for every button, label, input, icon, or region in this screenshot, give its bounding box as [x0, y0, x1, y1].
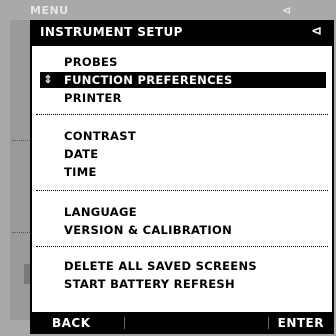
menu-item-label: START BATTERY REFRESH: [64, 277, 235, 291]
background-menu-area: [10, 20, 30, 320]
background-menu-title: MENU: [30, 4, 69, 17]
footer-divider: [124, 317, 125, 329]
up-down-arrow-icon: ⇕: [43, 73, 53, 86]
menu-item-time[interactable]: TIME: [40, 164, 326, 180]
menu-divider: [36, 190, 328, 191]
menu-item-printer[interactable]: PRINTER: [40, 90, 326, 106]
function-key-bar: BACK ENTER: [30, 312, 334, 334]
menu-item-date[interactable]: DATE: [40, 146, 326, 162]
menu-item-delete-all-saved-screens[interactable]: DELETE ALL SAVED SCREENS: [40, 258, 326, 274]
battery-plug-icon: ⊲: [282, 4, 292, 17]
back-button[interactable]: BACK: [52, 316, 91, 330]
enter-button[interactable]: ENTER: [278, 316, 324, 330]
menu-item-label: PRINTER: [64, 91, 122, 105]
menu-item-label: LANGUAGE: [64, 205, 137, 219]
menu-item-label: TIME: [64, 165, 97, 179]
menu-item-label: VERSION & CALIBRATION: [64, 223, 233, 237]
menu-item-function-preferences[interactable]: ⇕ FUNCTION PREFERENCES: [40, 72, 326, 88]
menu-item-contrast[interactable]: CONTRAST: [40, 128, 326, 144]
menu-item-version-calibration[interactable]: VERSION & CALIBRATION: [40, 222, 326, 238]
menu-item-label: CONTRAST: [64, 129, 136, 143]
menu-item-label: FUNCTION PREFERENCES: [64, 73, 233, 87]
menu-item-label: PROBES: [64, 55, 118, 69]
dialog-title: INSTRUMENT SETUP: [40, 25, 183, 39]
menu-item-label: DELETE ALL SAVED SCREENS: [64, 259, 257, 273]
footer-divider: [268, 317, 269, 329]
battery-plug-icon: ⊲: [311, 24, 322, 39]
menu-item-language[interactable]: LANGUAGE: [40, 204, 326, 220]
background-divider: [12, 140, 30, 141]
background-divider: [12, 232, 30, 233]
menu-divider: [36, 114, 328, 115]
menu-item-label: DATE: [64, 147, 99, 161]
menu-list: PROBES ⇕ FUNCTION PREFERENCES PRINTER CO…: [32, 46, 332, 312]
menu-item-start-battery-refresh[interactable]: START BATTERY REFRESH: [40, 276, 326, 292]
dialog-header: INSTRUMENT SETUP ⊲: [30, 20, 334, 46]
menu-item-probes[interactable]: PROBES: [40, 54, 326, 70]
instrument-setup-dialog: INSTRUMENT SETUP ⊲ PROBES ⇕ FUNCTION PRE…: [30, 20, 334, 334]
menu-divider: [36, 246, 328, 247]
